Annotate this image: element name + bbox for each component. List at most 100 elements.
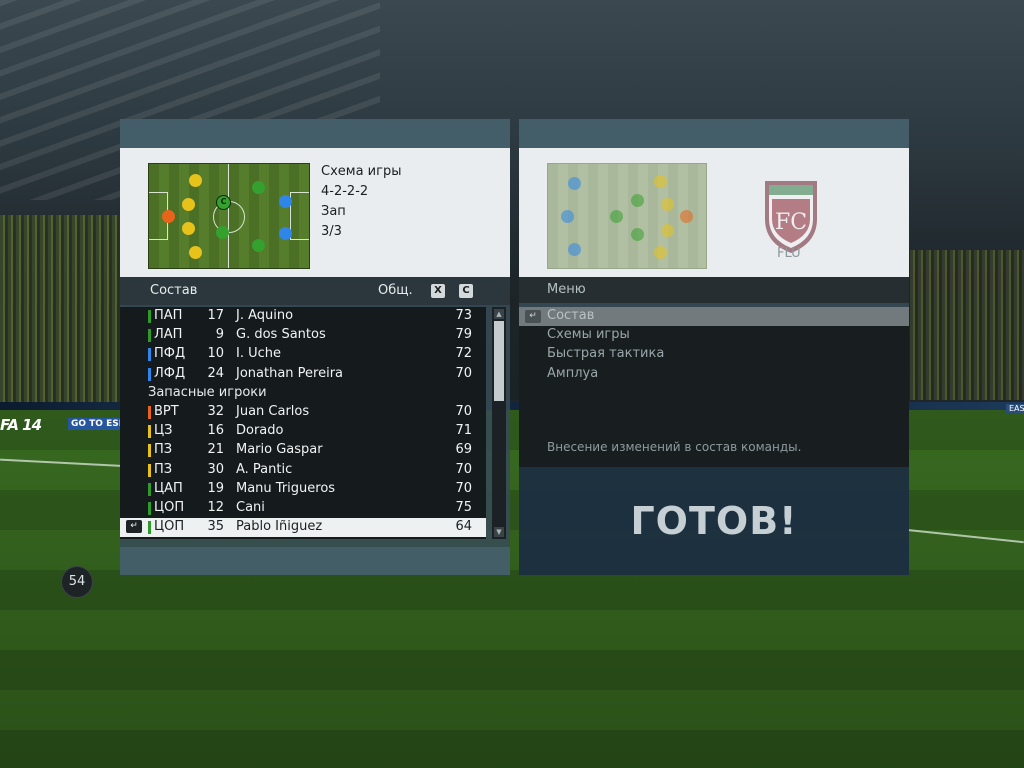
player-number: 17 [207,308,224,323]
player-number: 19 [207,480,224,496]
opponent-panel: FC FLU Меню ↵ Состав Схемы игры Быстрая … [519,119,909,575]
subs-section-header: Запасные игроки [120,384,486,403]
position-color-bar [148,501,151,515]
player-overall: 70 [455,461,472,477]
player-overall: 79 [455,327,472,343]
player-position: ЦОП [154,519,185,535]
player-dot-def[interactable] [189,174,202,187]
player-position: ЦАП [154,480,183,496]
ad-fifa-logo: FA 14 [0,416,42,434]
opponent-dot [680,210,693,223]
player-dot-captain[interactable]: C [216,195,231,210]
ad-right: EAS [1006,404,1024,413]
player-dot-def[interactable] [182,198,195,211]
key-x-icon[interactable]: X [431,284,445,298]
position-color-bar [148,425,151,439]
player-position: ПЗ [154,461,173,477]
player-position: ЦЗ [154,423,173,439]
subs-section-label: Запасные игроки [148,384,267,400]
opponent-dot [568,243,581,256]
player-position: ЛФД [154,365,186,381]
player-position: ЛАП [154,327,183,343]
scroll-thumb[interactable] [494,321,504,401]
player-dot-def[interactable] [182,222,195,235]
menu-item-quick-tactics[interactable]: Быстрая тактика [519,345,909,364]
player-row-selected[interactable]: ↵ ЦОП 35 Pablo Iñiguez 64 [120,518,486,538]
player-row[interactable]: ЦОП 12 Cani 75 [120,499,486,518]
player-number: 21 [207,442,224,458]
player-row[interactable]: ЦАП 19 Manu Trigueros 70 [120,480,486,499]
panel-bottom-strip [120,547,510,575]
player-number: 35 [207,519,224,535]
player-dot-fwd[interactable] [279,195,292,208]
player-number: 9 [215,327,224,343]
player-row[interactable]: ПЗ 30 A. Pantic 70 [120,461,486,480]
formation-label: Схема игры [321,164,402,179]
subs-label: Зап [321,204,346,219]
menu-item-label: Состав [547,308,595,323]
player-name: Jonathan Pereira [236,365,344,381]
enter-icon: ↵ [126,520,142,534]
position-color-bar [148,310,151,323]
player-row[interactable]: ЛФД 24 Jonathan Pereira 70 [120,365,486,384]
formation-pitch[interactable]: C [148,163,310,269]
player-dot-mid[interactable] [252,239,265,252]
panel-top-strip [120,119,510,148]
lineup-list: ПАП 17 J. Aquino 73 ЛАП 9 G. dos Santos 79 ПФД 10… [120,307,486,539]
player-row[interactable]: ЦЗ 16 Dorado 71 [120,422,486,441]
lineup-scrollbar[interactable]: ▲ ▼ [492,307,506,539]
opponent-dot [568,177,581,190]
player-overall: 75 [455,499,472,515]
position-color-bar [148,463,151,477]
formation-info: Схема игры 4-2-2-2 Зап 3/3 [321,162,401,242]
player-name: Dorado [236,423,284,439]
ready-button[interactable]: ГОТОВ! [519,467,909,575]
scroll-down-icon[interactable]: ▼ [494,527,504,537]
enter-icon: ↵ [525,310,541,323]
opponent-dot [654,246,667,259]
player-name: Manu Trigueros [236,480,336,496]
player-dot-mid[interactable] [252,181,265,194]
player-overall: 70 [455,480,472,496]
player-overall: 72 [455,346,472,362]
player-dot-gk[interactable] [162,210,175,223]
menu-item-formations[interactable]: Схемы игры [519,326,909,345]
player-dot-fwd[interactable] [279,227,292,240]
player-number: 24 [207,365,224,381]
crowd-right [910,250,1024,400]
position-color-bar [148,444,151,458]
player-dot-mid[interactable] [216,226,229,239]
player-row[interactable]: ВРТ 32 Juan Carlos 70 [120,403,486,422]
player-position: ПЗ [154,442,173,458]
player-row[interactable]: ПАП 17 J. Aquino 73 [120,307,486,326]
menu-item-lineup[interactable]: ↵ Состав [519,307,909,327]
key-c-icon[interactable]: C [459,284,473,298]
player-position: ПАП [154,308,183,323]
scroll-up-icon[interactable]: ▲ [494,309,504,319]
menu-item-label: Амплуа [547,365,599,381]
formation-value: 4-2-2-2 [321,184,369,199]
player-name: Cani [236,499,265,515]
svg-text:FC: FC [775,210,807,235]
player-name: Juan Carlos [236,403,310,419]
player-position: ЦОП [154,499,185,515]
player-name: Pablo Iñiguez [236,519,323,535]
overall-header: Общ. [378,283,413,298]
menu-item-roles[interactable]: Амплуа [519,365,909,384]
player-row[interactable]: ЛАП 9 G. dos Santos 79 [120,326,486,345]
player-number: 10 [207,346,224,362]
panel-top-strip [519,119,909,148]
player-row[interactable]: ПФД 10 I. Uche 72 [120,345,486,364]
menu-description: Внесение изменений в состав команды. [547,440,802,454]
player-row[interactable]: ПЗ 21 Mario Gaspar 69 [120,441,486,460]
crowd-left [0,215,122,410]
position-color-bar [148,521,151,535]
opponent-dot [561,210,574,223]
substitutions-badge: 54 [61,566,93,598]
lineup-header-label: Состав [150,283,198,298]
opponent-dot [654,175,667,188]
opponent-dot [661,198,674,211]
player-dot-def[interactable] [189,246,202,259]
menu-header-label: Меню [547,282,586,297]
player-position: ВРТ [154,403,179,419]
